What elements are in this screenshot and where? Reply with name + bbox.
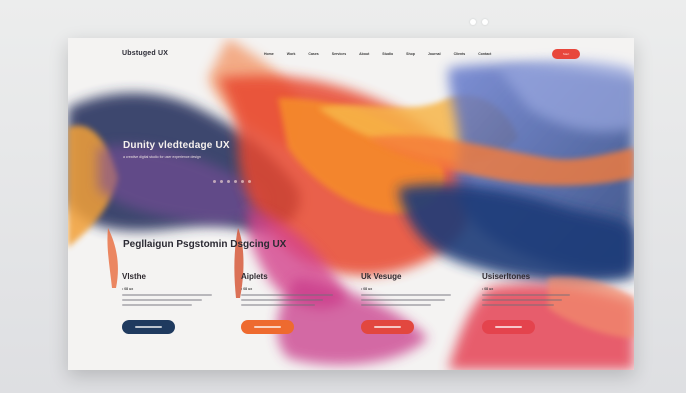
- nav-links: Home Work Cases Services About Studio Sh…: [264, 52, 491, 56]
- window-dots-icon: [470, 19, 488, 25]
- carousel-dot[interactable]: [227, 180, 230, 183]
- card-text-line: [361, 304, 431, 306]
- card-text-line: [241, 299, 323, 301]
- carousel-dot[interactable]: [248, 180, 251, 183]
- hero-block: Dunity vledtedage UX a creative digital …: [123, 140, 303, 183]
- nav-link[interactable]: Clients: [454, 52, 466, 56]
- carousel-dots[interactable]: [213, 180, 251, 183]
- nav-link[interactable]: Services: [332, 52, 346, 56]
- feature-card: Aiplets • 08 ux: [241, 272, 351, 334]
- card-title: Aiplets: [241, 272, 268, 281]
- card-text-line: [122, 299, 202, 301]
- card-meta: • 08 ux: [241, 287, 253, 291]
- card-meta: • 08 ux: [482, 287, 494, 291]
- feature-card: Uk Vesuge • 08 ux: [361, 272, 471, 334]
- card-button[interactable]: [241, 320, 294, 334]
- card-text-line: [361, 294, 451, 296]
- window-dot: [470, 19, 476, 25]
- card-text-line: [241, 294, 333, 296]
- nav-link[interactable]: Shop: [406, 52, 415, 56]
- window-dot: [482, 19, 488, 25]
- nav-link[interactable]: About: [359, 52, 369, 56]
- card-text-line: [482, 299, 562, 301]
- section-title: Pegllaigun Psgstomin Dsgcing UX: [123, 239, 287, 250]
- carousel-dot[interactable]: [213, 180, 216, 183]
- card-title: Uk Vesuge: [361, 272, 402, 281]
- card-meta: • 08 ux: [361, 287, 373, 291]
- card-button[interactable]: [361, 320, 414, 334]
- card-title: Vlsthe: [122, 272, 147, 281]
- nav-link[interactable]: Work: [287, 52, 296, 56]
- carousel-dot[interactable]: [220, 180, 223, 183]
- feature-card: Usiserltones • 08 ux: [482, 272, 592, 334]
- card-text-line: [122, 294, 212, 296]
- nav-cta-button[interactable]: Start: [552, 49, 580, 59]
- hero-subtitle: a creative digital studio for user exper…: [123, 155, 201, 159]
- nav-link[interactable]: Cases: [308, 52, 318, 56]
- carousel-dot[interactable]: [241, 180, 244, 183]
- nav-link[interactable]: Home: [264, 52, 274, 56]
- card-text-line: [482, 304, 554, 306]
- hero-title: Dunity vledtedage UX: [123, 140, 230, 151]
- screenshot-backdrop: Ubstuged UX Home Work Cases Services Abo…: [0, 0, 686, 393]
- nav-link[interactable]: Journal: [428, 52, 441, 56]
- card-title: Usiserltones: [482, 272, 531, 281]
- nav-link[interactable]: Contact: [478, 52, 491, 56]
- card-meta: • 08 ux: [122, 287, 134, 291]
- card-text-line: [361, 299, 445, 301]
- card-button[interactable]: [482, 320, 535, 334]
- carousel-dot[interactable]: [234, 180, 237, 183]
- card-text-line: [122, 304, 192, 306]
- card-text-line: [241, 304, 315, 306]
- card-text-line: [482, 294, 570, 296]
- nav-link[interactable]: Studio: [382, 52, 393, 56]
- website-mockup: Ubstuged UX Home Work Cases Services Abo…: [68, 38, 634, 370]
- site-logo[interactable]: Ubstuged UX: [122, 50, 168, 57]
- feature-card: Vlsthe • 08 ux: [122, 272, 232, 334]
- top-navigation: Ubstuged UX Home Work Cases Services Abo…: [68, 38, 634, 74]
- card-button[interactable]: [122, 320, 175, 334]
